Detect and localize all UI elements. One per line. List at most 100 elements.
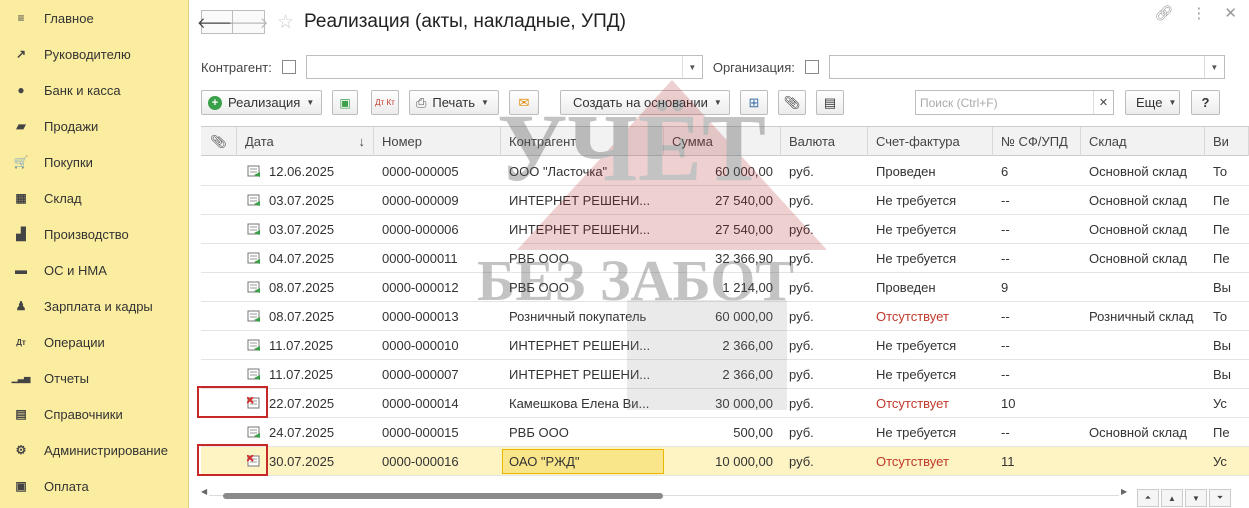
sidebar-item[interactable]: ▟ Производство — [0, 216, 188, 252]
envelope-icon: ✉ — [518, 94, 530, 110]
cell-invoice-no: -- — [1001, 367, 1010, 382]
attach-file-button[interactable]: 📎︎ — [778, 90, 806, 115]
scroll-right-icon[interactable]: ▶ — [1121, 487, 1127, 496]
column-header-invoice-number[interactable]: № СФ/УПД — [993, 127, 1081, 156]
page-title: Реализация (акты, накладные, УПД) — [304, 11, 626, 32]
scroll-to-top-icon[interactable]: ⏶ — [1137, 489, 1159, 507]
cell-sum: 32 366,90 — [715, 251, 773, 266]
sidebar-item[interactable]: ▦ Склад — [0, 180, 188, 216]
dropdown-arrow-icon[interactable]: ▼ — [1203, 56, 1224, 78]
dropdown-arrow-icon[interactable]: ▼ — [681, 56, 702, 78]
cell-sum: 60 000,00 — [715, 309, 773, 324]
highlight-box — [197, 386, 268, 418]
caret-down-icon: ▼ — [1168, 98, 1177, 107]
table-row[interactable]: 30.07.2025 0000-000016 ОАО "РЖД" 10 000,00 р… — [201, 447, 1249, 476]
scroll-down-icon[interactable]: ▼ — [1185, 489, 1207, 507]
sidebar-item[interactable]: ♟ Зарплата и кадры — [0, 288, 188, 324]
copy-document-button[interactable]: ▣ — [332, 90, 358, 115]
help-button[interactable]: ? — [1191, 90, 1220, 115]
sidebar-item[interactable]: ⚙ Администрирование — [0, 432, 188, 468]
forward-button[interactable]: 🡒 — [228, 10, 269, 34]
send-email-button[interactable]: ✉ — [509, 90, 539, 115]
favorite-star-icon[interactable]: ☆ — [277, 11, 294, 34]
dt-kt-button[interactable]: Дт Кт — [371, 90, 399, 115]
more-label: Еще — [1136, 95, 1163, 110]
cell-number: 0000-000006 — [382, 222, 459, 237]
sidebar-item-label: Склад — [44, 190, 82, 206]
cell-warehouse — [1081, 360, 1205, 389]
scroll-to-bottom-icon[interactable]: ⏷ — [1209, 489, 1231, 507]
cell-counterparty: ООО "Ласточка" — [509, 164, 608, 179]
organization-filter-field[interactable]: ▼ — [828, 55, 1225, 79]
table-row[interactable]: 22.07.2025 0000-000014 Камешкова Елена Ви.… — [201, 389, 1249, 418]
document-list-button[interactable]: ▤ — [816, 90, 844, 115]
cell-warehouse — [1081, 331, 1205, 360]
cell-invoice-no: 11 — [1001, 454, 1015, 469]
cell-sum: 2 366,00 — [722, 367, 773, 382]
table-row[interactable]: 08.07.2025 0000-000012 РВБ ООО 1 214,00 руб.… — [201, 273, 1249, 302]
more-vertical-icon[interactable]: ⋮ — [1191, 4, 1206, 22]
sidebar-item[interactable]: ▬ ОС и НМА — [0, 252, 188, 288]
table-row[interactable]: 12.06.2025 0000-000005 ООО "Ласточка" 60 00… — [201, 157, 1249, 186]
documents-table: 📎︎ Дата ↓ Номер Контрагент Сумма Валюта С… — [201, 126, 1249, 482]
column-header-date[interactable]: Дата ↓ — [237, 127, 374, 156]
paperclip-icon: 📎︎ — [783, 94, 801, 110]
attachment-column-icon[interactable]: 📎︎ — [201, 127, 237, 156]
counterparty-filter-field[interactable]: ▼ — [305, 55, 703, 79]
posted-document-icon — [247, 281, 260, 293]
cell-invoice: Отсутствует — [876, 309, 949, 324]
search-field[interactable]: Поиск (Ctrl+F) ✕ — [915, 90, 1114, 115]
sidebar-item[interactable]: ≡ Главное — [0, 0, 188, 36]
scroll-left-icon[interactable]: ◀ — [201, 487, 207, 496]
cell-currency: руб. — [789, 367, 814, 382]
table-row[interactable]: 11.07.2025 0000-000007 ИНТЕРНЕТ РЕШЕНИ... 2… — [201, 360, 1249, 389]
create-realization-button[interactable]: + Реализация ▼ — [201, 90, 322, 115]
sidebar-item[interactable]: ▁▃▅ Отчеты — [0, 360, 188, 396]
gear-icon: ⚙ — [15, 443, 27, 457]
posted-document-icon — [247, 368, 260, 380]
sidebar-item[interactable]: ↗ Руководителю — [0, 36, 188, 72]
horizontal-scrollbar[interactable]: ◀ ▶ — [201, 487, 1131, 500]
sidebar-item[interactable]: ▤ Справочники — [0, 396, 188, 432]
table-row[interactable]: 24.07.2025 0000-000015 РВБ ООО 500,00 руб. Не… — [201, 418, 1249, 447]
cell-type: То — [1213, 164, 1228, 179]
cell-currency: руб. — [789, 338, 814, 353]
table-row[interactable]: 08.07.2025 0000-000013 Розничный покупател… — [201, 302, 1249, 331]
close-icon[interactable]: ✕ — [1224, 4, 1237, 22]
scroll-up-icon[interactable]: ▲ — [1161, 489, 1183, 507]
organization-filter-checkbox[interactable] — [804, 60, 819, 74]
print-button[interactable]: ⎙ Печать ▼ — [409, 90, 499, 115]
main-area: 🡐 🡒 ☆ Реализация (акты, накладные, УПД) … — [189, 0, 1249, 508]
column-header-counterparty[interactable]: Контрагент — [501, 127, 664, 156]
clear-search-icon[interactable]: ✕ — [1093, 91, 1113, 114]
create-based-on-button[interactable]: Создать на основании ▼ — [560, 90, 730, 115]
column-header-type[interactable]: Ви — [1205, 127, 1249, 156]
cell-warehouse: Основной склад — [1089, 251, 1187, 266]
column-header-currency[interactable]: Валюта — [781, 127, 868, 156]
cell-invoice-no: 9 — [1001, 280, 1009, 295]
table-row[interactable]: 11.07.2025 0000-000010 ИНТЕРНЕТ РЕШЕНИ... 2… — [201, 331, 1249, 360]
column-header-warehouse[interactable]: Склад — [1081, 127, 1205, 156]
structure-button[interactable]: ⊞ — [740, 90, 768, 115]
column-header-sum[interactable]: Сумма — [664, 127, 781, 156]
more-button[interactable]: Еще ▼ — [1125, 90, 1180, 115]
counterparty-filter-label: Контрагент: — [201, 59, 272, 75]
link-icon[interactable]: 🔗︎ — [1154, 4, 1173, 22]
table-row[interactable]: 03.07.2025 0000-000006 ИНТЕРНЕТ РЕШЕНИ... 2… — [201, 215, 1249, 244]
column-header-invoice[interactable]: Счет-фактура — [868, 127, 993, 156]
sidebar-item[interactable]: ▰ Продажи — [0, 108, 188, 144]
sidebar-item[interactable]: ▣ Оплата — [0, 468, 188, 504]
column-header-number[interactable]: Номер — [374, 127, 501, 156]
scroll-thumb[interactable] — [223, 493, 663, 499]
table-row[interactable]: 04.07.2025 0000-000011 РВБ ООО 32 366,90 руб… — [201, 244, 1249, 273]
sidebar-item[interactable]: ● Банк и касса — [0, 72, 188, 108]
cell-currency: руб. — [789, 251, 814, 266]
sidebar-item[interactable]: 🛒 Покупки — [0, 144, 188, 180]
counterparty-filter-checkbox[interactable] — [281, 60, 296, 74]
truck-icon: ▬ — [15, 263, 27, 277]
table-row[interactable]: 03.07.2025 0000-000009 ИНТЕРНЕТ РЕШЕНИ... 2… — [201, 186, 1249, 215]
cell-type: Вы — [1213, 280, 1232, 295]
cell-number: 0000-000009 — [382, 193, 459, 208]
sidebar-item-label: ОС и НМА — [44, 262, 107, 278]
sidebar-item[interactable]: Дт Операции — [0, 324, 188, 360]
